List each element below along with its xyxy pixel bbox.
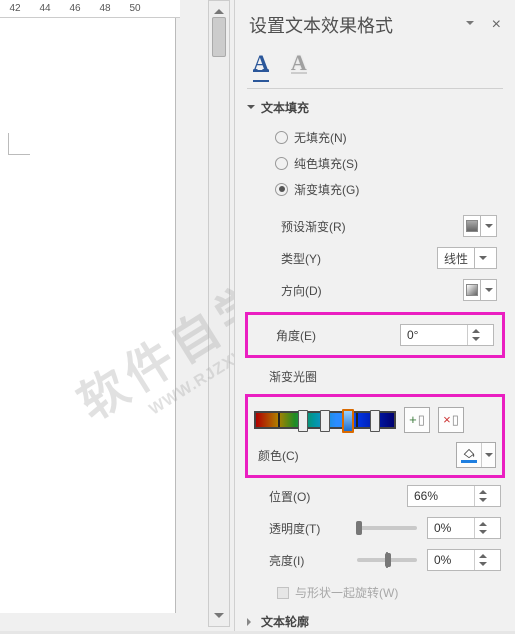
radio-label: 渐变填充(G) bbox=[294, 181, 359, 198]
type-value: 线性 bbox=[438, 250, 474, 267]
vertical-scrollbar[interactable] bbox=[208, 0, 230, 627]
spin-up[interactable] bbox=[475, 550, 490, 560]
angle-input[interactable] bbox=[401, 325, 467, 345]
ruler-tick: 42 bbox=[0, 3, 30, 14]
stops-color-highlight: + × 颜色(C) bbox=[245, 394, 505, 478]
format-text-effects-panel: 设置文本效果格式 × A A 文本填充 无填充(N) 纯色填充(S) 渐变填充(… bbox=[234, 0, 515, 631]
spin-up[interactable] bbox=[475, 486, 490, 496]
label-position: 位置(O) bbox=[269, 488, 407, 505]
paint-bucket-icon bbox=[462, 447, 476, 459]
section-text-outline[interactable]: 文本轮廓 bbox=[247, 613, 511, 630]
gradient-stop[interactable] bbox=[320, 410, 330, 432]
preset-gradient-dropdown[interactable] bbox=[463, 215, 497, 237]
transparency-slider[interactable] bbox=[357, 526, 417, 530]
gradient-stop[interactable] bbox=[298, 410, 308, 432]
gradient-stops-bar[interactable] bbox=[254, 411, 396, 429]
spin-down[interactable] bbox=[475, 496, 490, 506]
ruler-tick: 46 bbox=[60, 3, 90, 14]
label-direction: 方向(D) bbox=[281, 282, 463, 299]
label-gradient-stops: 渐变光圈 bbox=[269, 368, 501, 385]
ruler-tick: 48 bbox=[90, 3, 120, 14]
position-input[interactable] bbox=[408, 486, 474, 506]
angle-spinner[interactable] bbox=[400, 324, 494, 346]
label-transparency: 透明度(T) bbox=[269, 520, 357, 537]
radio-no-fill[interactable]: 无填充(N) bbox=[275, 124, 511, 150]
transparency-input[interactable] bbox=[428, 518, 474, 538]
spin-down[interactable] bbox=[475, 528, 490, 538]
document-page[interactable] bbox=[0, 18, 176, 613]
checkbox-label: 与形状一起旋转(W) bbox=[295, 584, 398, 601]
ruler-tick: 50 bbox=[120, 3, 150, 14]
horizontal-ruler: 42 44 46 48 50 bbox=[0, 0, 180, 18]
type-dropdown[interactable]: 线性 bbox=[437, 247, 497, 269]
section-label: 文本填充 bbox=[261, 99, 309, 116]
panel-menu-button[interactable] bbox=[466, 21, 474, 29]
gradient-stop-selected[interactable] bbox=[342, 409, 354, 433]
rotate-with-shape-checkbox[interactable]: 与形状一起旋转(W) bbox=[235, 576, 515, 607]
direction-swatch-icon bbox=[466, 284, 478, 296]
chevron-down-icon bbox=[247, 105, 255, 113]
paragraph-corner-mark bbox=[8, 133, 30, 155]
panel-title: 设置文本效果格式 bbox=[249, 12, 393, 38]
label-type: 类型(Y) bbox=[281, 250, 437, 267]
gradient-stop[interactable] bbox=[370, 410, 380, 432]
scrollbar-thumb[interactable] bbox=[212, 17, 226, 57]
document-area: 42 44 46 48 50 bbox=[0, 0, 234, 631]
radio-label: 无填充(N) bbox=[294, 129, 347, 146]
add-gradient-stop-button[interactable]: + bbox=[404, 407, 430, 433]
remove-gradient-stop-button[interactable]: × bbox=[438, 407, 464, 433]
position-spinner[interactable] bbox=[407, 485, 501, 507]
slider-thumb[interactable] bbox=[385, 553, 391, 567]
close-icon[interactable]: × bbox=[492, 16, 501, 34]
tab-text-effects[interactable]: A bbox=[291, 50, 307, 82]
section-text-fill[interactable]: 文本填充 bbox=[247, 99, 511, 116]
brightness-slider[interactable] bbox=[357, 558, 417, 562]
label-preset-gradient: 预设渐变(R) bbox=[281, 218, 463, 235]
radio-gradient-fill[interactable]: 渐变填充(G) bbox=[275, 176, 511, 202]
slider-thumb[interactable] bbox=[356, 521, 362, 535]
direction-dropdown[interactable] bbox=[463, 279, 497, 301]
color-picker-button[interactable] bbox=[456, 442, 496, 468]
label-angle: 角度(E) bbox=[276, 327, 400, 344]
transparency-spinner[interactable] bbox=[427, 517, 501, 539]
spin-up[interactable] bbox=[468, 325, 483, 335]
radio-label: 纯色填充(S) bbox=[294, 155, 358, 172]
spin-down[interactable] bbox=[468, 335, 483, 345]
label-brightness: 亮度(I) bbox=[269, 552, 357, 569]
remove-stop-icon: × bbox=[443, 412, 459, 428]
section-label: 文本轮廓 bbox=[261, 613, 309, 630]
radio-solid-fill[interactable]: 纯色填充(S) bbox=[275, 150, 511, 176]
tab-text-fill-outline[interactable]: A bbox=[253, 50, 269, 82]
angle-highlight: 角度(E) bbox=[245, 312, 505, 358]
brightness-spinner[interactable] bbox=[427, 549, 501, 571]
checkbox-icon bbox=[277, 587, 289, 599]
spin-down[interactable] bbox=[475, 560, 490, 570]
chevron-right-icon bbox=[247, 618, 255, 626]
ruler-tick: 44 bbox=[30, 3, 60, 14]
preset-swatch-icon bbox=[466, 220, 478, 232]
label-color: 颜色(C) bbox=[258, 447, 456, 464]
brightness-input[interactable] bbox=[428, 550, 474, 570]
spin-up[interactable] bbox=[475, 518, 490, 528]
add-stop-icon: + bbox=[409, 412, 425, 428]
